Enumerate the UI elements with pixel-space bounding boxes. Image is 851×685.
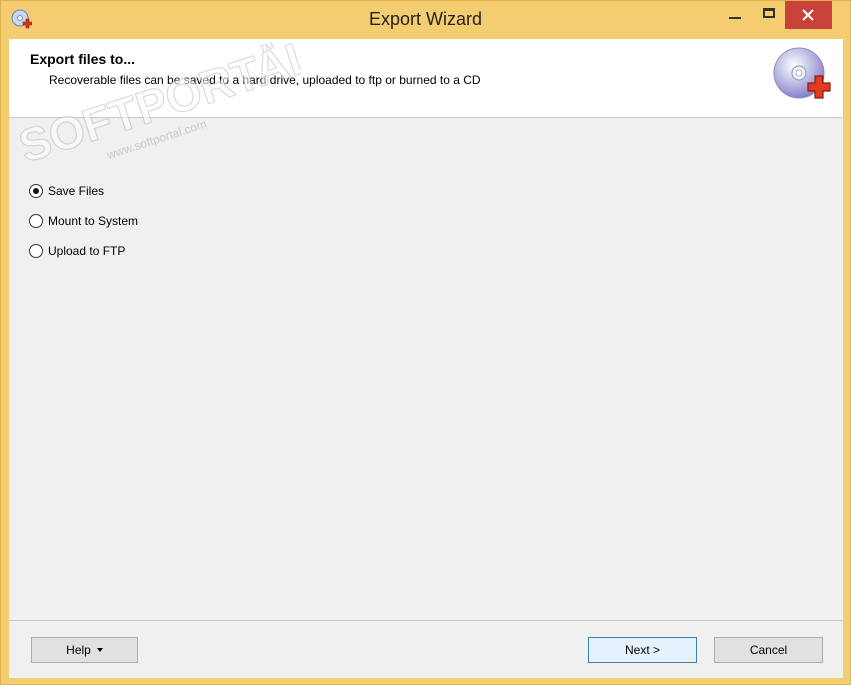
upload-to-ftp-label[interactable]: Upload to FTP bbox=[48, 243, 125, 259]
wizard-header: Export files to... Recoverable files can… bbox=[9, 39, 843, 118]
cd-plus-icon bbox=[773, 47, 831, 99]
option-save-files[interactable]: Save Files bbox=[29, 183, 138, 213]
next-button-label: Next > bbox=[624, 643, 660, 657]
dropdown-arrow-icon bbox=[96, 648, 103, 652]
maximize-icon bbox=[763, 8, 775, 18]
wizard-client-area: Export files to... Recoverable files can… bbox=[9, 39, 843, 678]
option-upload-to-ftp[interactable]: Upload to FTP bbox=[29, 243, 138, 273]
mount-to-system-label[interactable]: Mount to System bbox=[48, 213, 138, 229]
close-icon bbox=[802, 9, 814, 21]
option-mount-to-system[interactable]: Mount to System bbox=[29, 213, 138, 243]
page-subtitle: Recoverable files can be saved to a hard… bbox=[49, 73, 481, 87]
mount-to-system-radio[interactable] bbox=[29, 214, 43, 228]
help-button[interactable]: Help bbox=[31, 637, 138, 663]
close-button[interactable] bbox=[785, 1, 832, 29]
export-options-group: Save Files Mount to System Upload to FTP bbox=[29, 183, 138, 273]
cancel-button-label: Cancel bbox=[749, 643, 788, 657]
page-title: Export files to... bbox=[30, 51, 136, 67]
export-wizard-window: Export Wizard Export files to... Recover… bbox=[0, 0, 851, 685]
upload-to-ftp-radio[interactable] bbox=[29, 244, 43, 258]
minimize-icon bbox=[729, 17, 741, 19]
next-button[interactable]: Next > bbox=[588, 637, 697, 663]
save-files-radio[interactable] bbox=[29, 184, 43, 198]
footer-divider bbox=[9, 620, 843, 621]
save-files-label[interactable]: Save Files bbox=[48, 183, 104, 199]
cancel-button[interactable]: Cancel bbox=[714, 637, 823, 663]
title-bar[interactable]: Export Wizard bbox=[1, 1, 850, 39]
help-button-label: Help bbox=[66, 643, 91, 657]
